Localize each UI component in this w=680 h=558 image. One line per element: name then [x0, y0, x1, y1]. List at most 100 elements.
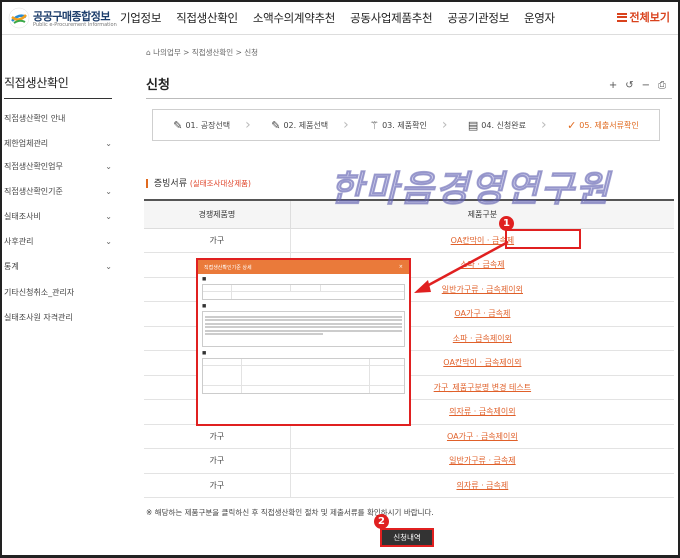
- section-title: 증빙서류 (실태조사대상제품): [146, 176, 251, 189]
- sidebar-item[interactable]: 실태조사비 ⌄: [4, 211, 112, 222]
- product-type-link[interactable]: OA가구 · 금속제: [454, 309, 510, 318]
- sidebar-item[interactable]: 실태조사원 자격관리: [4, 312, 112, 323]
- pencil-icon: ✎: [271, 118, 281, 132]
- doc-info-box: [202, 284, 405, 300]
- site-header: 공공구매종합정보 Public e-Procurement Informatio…: [2, 2, 678, 35]
- product-type-cell: 일반가구류 · 금속제: [289, 448, 674, 474]
- nav-item-company-info[interactable]: 기업정보: [120, 10, 161, 26]
- site-logo[interactable]: 공공구매종합정보 Public e-Procurement Informatio…: [8, 6, 117, 32]
- chevron-down-icon: ⌄: [105, 162, 112, 171]
- step-label: 04. 신청완료: [481, 120, 526, 130]
- product-type-link[interactable]: 일반가구류 · 금속제이외: [442, 285, 523, 294]
- sidebar-item-label: 제한업체관리: [4, 139, 49, 148]
- section-title-text: 증빙서류: [153, 179, 187, 189]
- doc-section-mark: ■: [202, 304, 207, 309]
- step-label: 01. 공장선택: [185, 120, 231, 130]
- doc-section-mark: ■: [202, 351, 207, 356]
- product-name-cell: 가구: [144, 424, 291, 449]
- document-preview-header: 직접생산확인기준 상세 ×: [198, 260, 409, 274]
- step-separator-icon: ›: [245, 117, 251, 133]
- product-type-link[interactable]: OA칸막이 · 금속제이외: [443, 358, 521, 367]
- document-icon: ▤: [467, 118, 479, 132]
- step-item: ✓ 05. 제출서류확인: [567, 119, 639, 132]
- step-label: 05. 제출서류확인: [579, 120, 639, 130]
- step-item: ✎ 01. 공장선택 ›: [173, 117, 251, 133]
- page-title: 신청: [146, 78, 170, 93]
- sidebar-item[interactable]: 통계 ⌄: [4, 261, 112, 272]
- sidebar-item[interactable]: 사후관리 ⌄: [4, 236, 112, 247]
- sidebar-item-label: 실태조사원 자격관리: [4, 313, 73, 322]
- sidebar-item[interactable]: 기타신청취소_관리자: [4, 287, 112, 298]
- product-type-cell: 의자류 · 금속제: [289, 473, 674, 498]
- nav-item-operator[interactable]: 운영자: [524, 10, 555, 26]
- check-icon: ✓: [567, 118, 577, 132]
- step-item: ⚚ 03. 제품확인 ›: [369, 117, 447, 133]
- highlight-first-product: [505, 229, 581, 249]
- application-history-button[interactable]: 신청내역: [380, 528, 434, 547]
- sidebar-item[interactable]: 직접생산확인 안내: [4, 113, 112, 124]
- zoom-out-icon[interactable]: −: [642, 80, 650, 91]
- product-name-cell: 가구: [144, 473, 291, 498]
- table-row: 가구 일반가구류 · 금속제: [144, 448, 674, 474]
- step-label: 02. 제품선택: [283, 120, 329, 130]
- product-name-cell: 가구: [144, 448, 291, 474]
- product-type-link[interactable]: 소파 · 금속제: [460, 260, 504, 269]
- product-type-link[interactable]: 의자류 · 금속제: [456, 481, 508, 490]
- product-type-cell: OA가구 · 금속제이외: [289, 424, 674, 449]
- sidebar-item-label: 사후관리: [4, 237, 34, 246]
- home-icon[interactable]: ⌂: [146, 48, 151, 57]
- chevron-down-icon: ⌄: [105, 237, 112, 246]
- step-label: 03. 제품확인: [382, 120, 427, 130]
- refresh-icon[interactable]: ↺: [625, 80, 633, 91]
- step-indicator: ✎ 01. 공장선택 › ✎ 02. 제품선택 › ⚚ 03. 제품확인 › ▤ 04. 신청완료 ›…: [152, 109, 660, 141]
- sidebar-item[interactable]: 제한업체관리 ⌄: [4, 138, 112, 149]
- product-type-link[interactable]: 가구_제품구분명 변경 테스트: [434, 383, 531, 392]
- doc-section-mark: ■: [202, 277, 207, 282]
- breadcrumb: ⌂ 나의업무 > 직접생산확인 > 신청: [146, 47, 258, 58]
- sidebar-item-label: 실태조사비: [4, 212, 41, 221]
- print-icon[interactable]: ⎙: [658, 80, 666, 91]
- chevron-down-icon: ⌄: [105, 139, 112, 148]
- table-row: 가구 의자류 · 금속제: [144, 473, 674, 498]
- chevron-down-icon: ⌄: [105, 262, 112, 271]
- sidebar-divider: [4, 98, 112, 99]
- all-menu-button[interactable]: 전체보기: [616, 9, 670, 25]
- magic-wand-icon: ⚚: [369, 118, 380, 132]
- sidebar-item-label: 기타신청취소_관리자: [4, 288, 75, 297]
- all-menu-label: 전체보기: [629, 11, 670, 24]
- sidebar-item-label: 직접생산확인기준: [4, 187, 63, 196]
- document-preview: 직접생산확인기준 상세 × ■ ■ ■: [196, 258, 411, 426]
- annotation-badge-1: 1: [499, 216, 514, 231]
- zoom-in-icon[interactable]: +: [609, 80, 617, 91]
- watermark: 한마음경영연구원: [330, 169, 611, 211]
- step-separator-icon: ›: [541, 117, 547, 133]
- product-type-link[interactable]: 소파 · 금속제이외: [453, 334, 512, 343]
- nav-item-joint-products[interactable]: 공동사업제품추천: [350, 10, 433, 26]
- chevron-down-icon: ⌄: [105, 187, 112, 196]
- nav-item-public-agency[interactable]: 공공기관정보: [447, 10, 509, 26]
- product-type-link[interactable]: OA가구 · 금속제이외: [447, 432, 518, 441]
- page-tools: + ↺ − ⎙: [609, 80, 666, 91]
- step-item: ▤ 04. 신청완료 ›: [468, 117, 547, 133]
- close-icon: ×: [398, 264, 403, 270]
- nav-item-small-contract[interactable]: 소액수의계약추천: [253, 10, 336, 26]
- sidebar-item[interactable]: 직접생산확인업무 ⌄: [4, 161, 112, 172]
- product-name-cell: 가구: [144, 228, 291, 253]
- sidebar-item[interactable]: 직접생산확인기준 ⌄: [4, 186, 112, 197]
- hamburger-icon: [616, 12, 627, 22]
- nav-item-direct-production[interactable]: 직접생산확인: [176, 10, 238, 26]
- doc-detail-box: [202, 358, 405, 394]
- pencil-icon: ✎: [173, 118, 183, 132]
- step-item: ✎ 02. 제품선택 ›: [271, 117, 349, 133]
- sidebar-title: 직접생산확인: [4, 76, 69, 90]
- annotation-badge-2: 2: [374, 514, 389, 529]
- logo-mark-icon: [8, 7, 30, 29]
- title-divider: [146, 98, 672, 99]
- table-row: 가구 OA가구 · 금속제이외: [144, 424, 674, 449]
- step-separator-icon: ›: [343, 117, 349, 133]
- header-product-name: 경쟁제품명: [144, 200, 291, 229]
- product-type-link[interactable]: 의자류 · 금속제이외: [449, 407, 516, 416]
- product-type-link[interactable]: 일반가구류 · 금속제: [449, 456, 516, 465]
- section-bar: [146, 179, 148, 188]
- table-row: 가구 OA칸막이 · 금속제: [144, 228, 674, 253]
